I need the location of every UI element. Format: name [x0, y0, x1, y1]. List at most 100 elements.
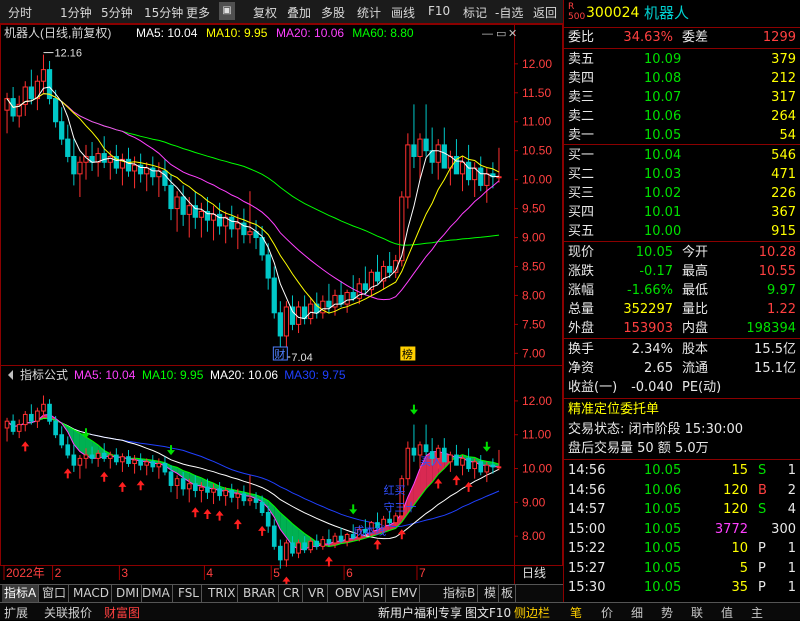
candle[interactable]: [485, 168, 489, 203]
ask-row[interactable]: 卖五10.09379: [564, 51, 800, 69]
candle[interactable]: [412, 104, 416, 168]
tab-8[interactable]: CR: [281, 585, 303, 602]
bid-row[interactable]: 买四10.01367: [564, 204, 800, 222]
candle[interactable]: [375, 255, 379, 284]
tab-13[interactable]: 指标B: [441, 585, 478, 602]
candle[interactable]: [29, 70, 33, 105]
candle[interactable]: [102, 136, 106, 168]
period-15min[interactable]: 15分钟: [144, 4, 183, 21]
candle[interactable]: [60, 107, 64, 145]
status-sidebar[interactable]: 侧边栏: [514, 604, 550, 621]
candle[interactable]: [424, 104, 428, 156]
ask-row[interactable]: 卖二10.06264: [564, 108, 800, 126]
candle[interactable]: [272, 266, 276, 318]
status-related-quote[interactable]: 关联报价: [44, 604, 92, 621]
candle[interactable]: [139, 154, 143, 183]
adjust-button[interactable]: 复权: [253, 4, 277, 21]
candle[interactable]: [454, 139, 458, 174]
status-tab-price[interactable]: 价: [601, 604, 613, 621]
candle[interactable]: [199, 203, 203, 238]
f10-button[interactable]: F10: [428, 4, 450, 18]
candle[interactable]: [217, 203, 221, 235]
status-tab-trend[interactable]: 势: [661, 604, 673, 621]
kline-chart-area[interactable]: 12.0011.5011.0010.5010.009.509.008.508.0…: [0, 24, 563, 584]
add-watchlist-button[interactable]: -自选: [495, 4, 523, 21]
period-1min[interactable]: 1分钟: [60, 4, 92, 21]
candle[interactable]: [211, 206, 215, 241]
status-fortune-chart[interactable]: 财富图: [104, 604, 140, 621]
candle[interactable]: [175, 191, 179, 232]
ask-row[interactable]: 卖三10.07317: [564, 89, 800, 107]
bid-row[interactable]: 买三10.02226: [564, 185, 800, 203]
candle[interactable]: [466, 145, 470, 186]
candle[interactable]: [41, 55, 45, 93]
draw-line-button[interactable]: 画线: [391, 4, 415, 21]
candle[interactable]: [406, 133, 410, 208]
precise-order[interactable]: 精准定位委托单: [564, 401, 800, 419]
candle[interactable]: [78, 156, 82, 197]
multi-stock-button[interactable]: 多股: [321, 4, 345, 21]
candle[interactable]: [321, 295, 325, 318]
tab-14[interactable]: 模: [482, 585, 499, 602]
candle[interactable]: [193, 191, 197, 229]
more-menu[interactable]: 更多: [186, 4, 210, 21]
bid-row[interactable]: 买二10.03471: [564, 166, 800, 184]
candle[interactable]: [23, 81, 27, 116]
candlestick-plot[interactable]: [5, 55, 501, 351]
tab-5[interactable]: FSL: [176, 585, 202, 602]
candle[interactable]: [181, 185, 185, 226]
candle[interactable]: [66, 125, 70, 163]
pane-title[interactable]: 机器人(日线,前复权): [4, 25, 111, 40]
candle[interactable]: [284, 301, 288, 347]
candle[interactable]: [90, 142, 94, 171]
candle[interactable]: [473, 162, 477, 197]
ask-row[interactable]: 卖四10.08212: [564, 70, 800, 88]
restore-icon[interactable]: ▭: [496, 28, 506, 40]
tab-15[interactable]: 板: [499, 585, 516, 602]
candle[interactable]: [120, 154, 124, 186]
status-f10[interactable]: 图文F10: [465, 604, 511, 621]
bid-row[interactable]: 买一10.04546: [564, 147, 800, 165]
tab-2[interactable]: MACD: [71, 585, 112, 602]
candle[interactable]: [436, 139, 440, 180]
candle[interactable]: [369, 269, 373, 295]
candle[interactable]: [47, 61, 51, 104]
tab-4[interactable]: DMA: [140, 585, 173, 602]
indicator-plot[interactable]: [5, 395, 501, 584]
period-label[interactable]: 日线: [522, 566, 546, 580]
stats-button[interactable]: 统计: [357, 4, 381, 21]
tab-3[interactable]: DMI: [114, 585, 142, 602]
tab-1[interactable]: 窗口: [40, 585, 69, 602]
candle[interactable]: [309, 298, 313, 324]
candle[interactable]: [442, 128, 446, 169]
back-button[interactable]: 返回: [533, 4, 557, 21]
candle[interactable]: [17, 96, 21, 128]
candle[interactable]: [35, 75, 39, 110]
candle[interactable]: [72, 139, 76, 185]
candle[interactable]: [84, 145, 88, 180]
tab-11[interactable]: ASI: [362, 585, 386, 602]
tab-10[interactable]: OBV: [333, 585, 364, 602]
toggle-icon[interactable]: ▣: [219, 2, 235, 20]
period-5min[interactable]: 5分钟: [101, 4, 133, 21]
overlay-button[interactable]: 叠加: [287, 4, 311, 21]
candle[interactable]: [302, 295, 306, 324]
close-icon[interactable]: ✕: [508, 28, 517, 40]
candle[interactable]: [145, 162, 149, 191]
tab-0[interactable]: 指标A: [2, 585, 39, 602]
candle[interactable]: [236, 214, 240, 249]
candle[interactable]: [388, 252, 392, 278]
status-tab-main[interactable]: 主: [751, 604, 763, 621]
status-tab-value[interactable]: 值: [721, 604, 733, 621]
candle[interactable]: [248, 191, 252, 243]
candle[interactable]: [260, 226, 264, 261]
candle[interactable]: [381, 261, 385, 290]
status-new-user[interactable]: 新用户福利专享: [378, 604, 462, 621]
candle[interactable]: [278, 301, 282, 351]
status-tab-detail[interactable]: 细: [631, 604, 643, 621]
candle[interactable]: [497, 148, 501, 183]
status-tab-bi[interactable]: 笔: [570, 604, 582, 621]
candle[interactable]: [224, 211, 228, 243]
status-tab-link[interactable]: 联: [691, 604, 703, 621]
period-intraday[interactable]: 分时: [8, 4, 32, 21]
